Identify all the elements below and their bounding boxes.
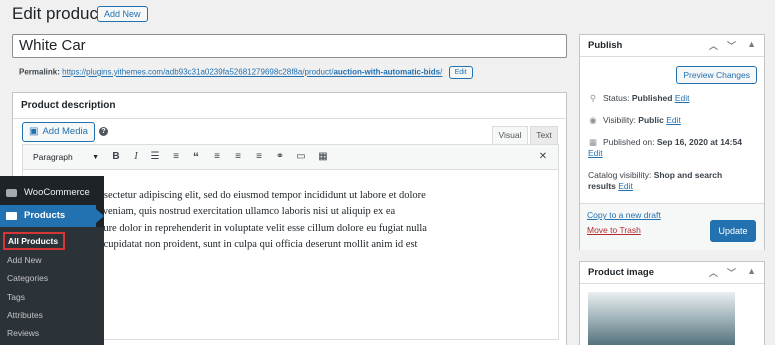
admin-menu: WooCommerce Products All Products Add Ne… <box>0 176 104 345</box>
horizontal-rule-icon[interactable]: ▭ <box>294 150 308 164</box>
blockquote-icon[interactable]: “ <box>189 150 203 164</box>
product-image-box: Product image ︿ ﹀ ▲ <box>579 261 765 345</box>
catalog-visibility-row: Catalog visibility: Shop and search resu… <box>588 170 723 191</box>
visibility-edit-link[interactable]: Edit <box>666 115 681 125</box>
permalink-label: Permalink: <box>19 67 60 77</box>
tab-visual[interactable]: Visual <box>492 126 528 144</box>
description-text: olor sit amet, consectetur adipiscing el… <box>31 190 427 251</box>
chevron-down-icon[interactable]: ﹀ <box>727 39 736 52</box>
submenu-all-products[interactable]: All Products <box>3 232 65 250</box>
move-to-trash-link[interactable]: Move to Trash <box>587 225 641 235</box>
add-new-button[interactable]: Add New <box>97 6 148 22</box>
chevron-up-icon[interactable]: ︿ <box>709 266 718 279</box>
product-description-heading: Product description <box>13 93 566 119</box>
media-icon: ▣ <box>29 126 39 137</box>
status-edit-link[interactable]: Edit <box>675 93 690 103</box>
menu-products[interactable]: Products <box>0 205 96 227</box>
editor-toolbar: Paragraph ▼ B I ☰ ≡ “ ≡ ≡ ≡ ⚭ ▭ ▦ ✕ <box>22 144 559 170</box>
update-button[interactable]: Update <box>710 220 756 242</box>
numbered-list-icon[interactable]: ≡ <box>169 150 183 164</box>
product-title-input[interactable]: White Car <box>12 34 567 58</box>
align-center-icon[interactable]: ≡ <box>231 150 245 164</box>
permalink-url[interactable]: https://plugins.yithemes.com/adb93c31a02… <box>62 68 442 77</box>
eye-icon: ◉ <box>589 115 597 125</box>
publish-actions: Copy to a new draft Move to Trash Update <box>580 203 764 250</box>
fullscreen-icon[interactable]: ✕ <box>536 150 550 164</box>
italic-icon[interactable]: I <box>129 150 143 164</box>
menu-woocommerce[interactable]: WooCommerce <box>0 183 104 203</box>
product-image-thumbnail[interactable] <box>588 292 735 345</box>
copy-draft-link[interactable]: Copy to a new draft <box>587 210 661 220</box>
chevron-down-icon: ▼ <box>92 154 99 161</box>
help-icon[interactable]: ? <box>99 127 108 136</box>
align-left-icon[interactable]: ≡ <box>210 150 224 164</box>
chevron-up-icon[interactable]: ︿ <box>709 39 718 52</box>
tab-text[interactable]: Text <box>530 126 558 144</box>
publish-box: Publish ︿ ﹀ ▲ Preview Changes ⚲ Status: P… <box>579 34 765 250</box>
bold-icon[interactable]: B <box>109 150 123 164</box>
product-image-heading: Product image ︿ ﹀ ▲ <box>580 262 764 284</box>
published-edit-link[interactable]: Edit <box>588 148 603 158</box>
published-row: ▦ Published on: Sep 16, 2020 at 14:54 Edi… <box>588 137 742 158</box>
submenu-categories[interactable]: Categories <box>7 272 48 284</box>
permalink: Permalink: https://plugins.yithemes.com/… <box>19 66 473 79</box>
catalog-edit-link[interactable]: Edit <box>618 181 633 191</box>
publish-heading: Publish ︿ ﹀ ▲ <box>580 35 764 57</box>
page-title: Edit product <box>12 4 103 23</box>
calendar-icon: ▦ <box>588 137 598 147</box>
link-icon[interactable]: ⚭ <box>273 150 287 164</box>
align-right-icon[interactable]: ≡ <box>252 150 266 164</box>
products-icon <box>6 212 17 220</box>
preview-changes-button[interactable]: Preview Changes <box>676 66 757 84</box>
submenu-attributes[interactable]: Attributes <box>7 309 43 321</box>
submenu-add-new[interactable]: Add New <box>7 254 42 266</box>
pin-icon: ⚲ <box>589 93 597 103</box>
format-select[interactable]: Paragraph ▼ <box>27 149 101 166</box>
chevron-down-icon[interactable]: ﹀ <box>727 266 736 279</box>
toggle-arrow-icon[interactable]: ▲ <box>747 266 756 276</box>
bullet-list-icon[interactable]: ☰ <box>148 150 162 164</box>
permalink-edit-button[interactable]: Edit <box>448 66 473 79</box>
add-media-button[interactable]: ▣ Add Media <box>22 122 95 142</box>
submenu-tags[interactable]: Tags <box>7 291 25 303</box>
menu-arrow <box>96 209 104 223</box>
toggle-arrow-icon[interactable]: ▲ <box>747 39 756 49</box>
products-submenu: All Products Add New Categories Tags Att… <box>0 227 104 345</box>
visibility-row: ◉ Visibility: Public Edit <box>589 115 681 125</box>
submenu-reviews[interactable]: Reviews <box>7 327 39 339</box>
status-row: ⚲ Status: Published Edit <box>589 93 690 103</box>
woocommerce-icon <box>6 189 17 197</box>
keyboard-icon[interactable]: ▦ <box>316 150 330 164</box>
